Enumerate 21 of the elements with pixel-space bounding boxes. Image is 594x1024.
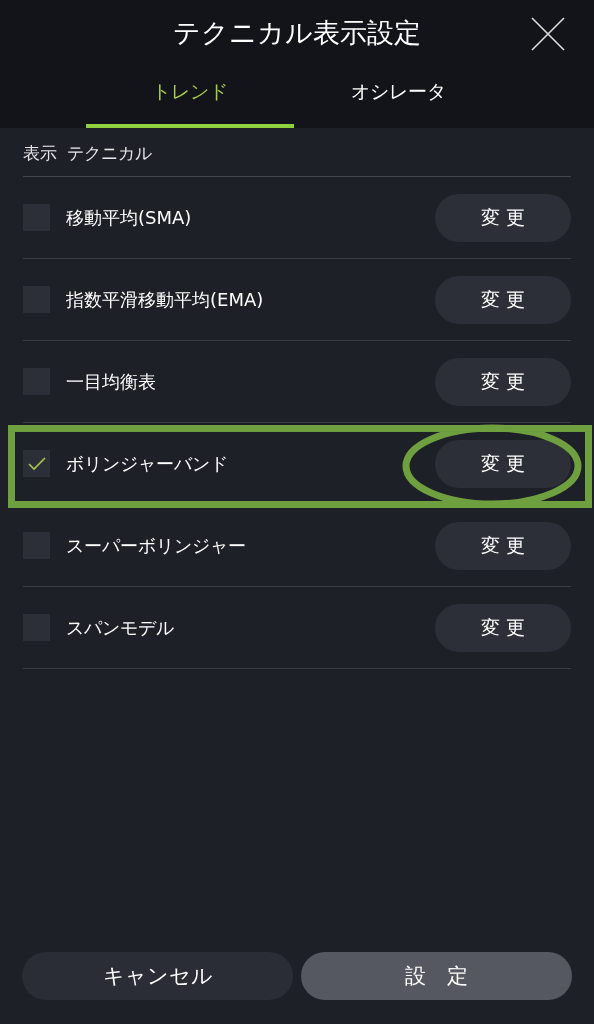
cancel-button[interactable]: キャンセル: [22, 952, 293, 1000]
column-header: テクニカル: [67, 141, 152, 165]
technical-name: スーパーボリンジャー: [66, 533, 247, 558]
change-button[interactable]: 変 更: [435, 357, 571, 406]
technical-name: スパンモデル: [66, 615, 175, 640]
dialog-title: テクニカル表示設定: [173, 16, 421, 50]
checkmark-icon: [27, 456, 46, 471]
technical-name: 一目均衡表: [66, 369, 157, 394]
confirm-button[interactable]: 設 定: [301, 952, 572, 1000]
change-button[interactable]: 変 更: [435, 439, 571, 488]
technical-name: 移動平均(SMA): [66, 205, 193, 230]
tab[interactable]: トレンド: [86, 66, 294, 128]
change-button[interactable]: 変 更: [435, 193, 571, 242]
change-button[interactable]: 変 更: [435, 521, 571, 570]
column-header: 表示: [23, 141, 57, 165]
technical-name: ボリンジャーバンド: [66, 451, 229, 476]
tab[interactable]: オシレータ: [294, 66, 502, 128]
change-button[interactable]: 変 更: [435, 275, 571, 324]
checkbox[interactable]: [23, 450, 50, 477]
technical-name: 指数平滑移動平均(EMA): [66, 287, 265, 312]
change-button[interactable]: 変 更: [435, 603, 571, 652]
